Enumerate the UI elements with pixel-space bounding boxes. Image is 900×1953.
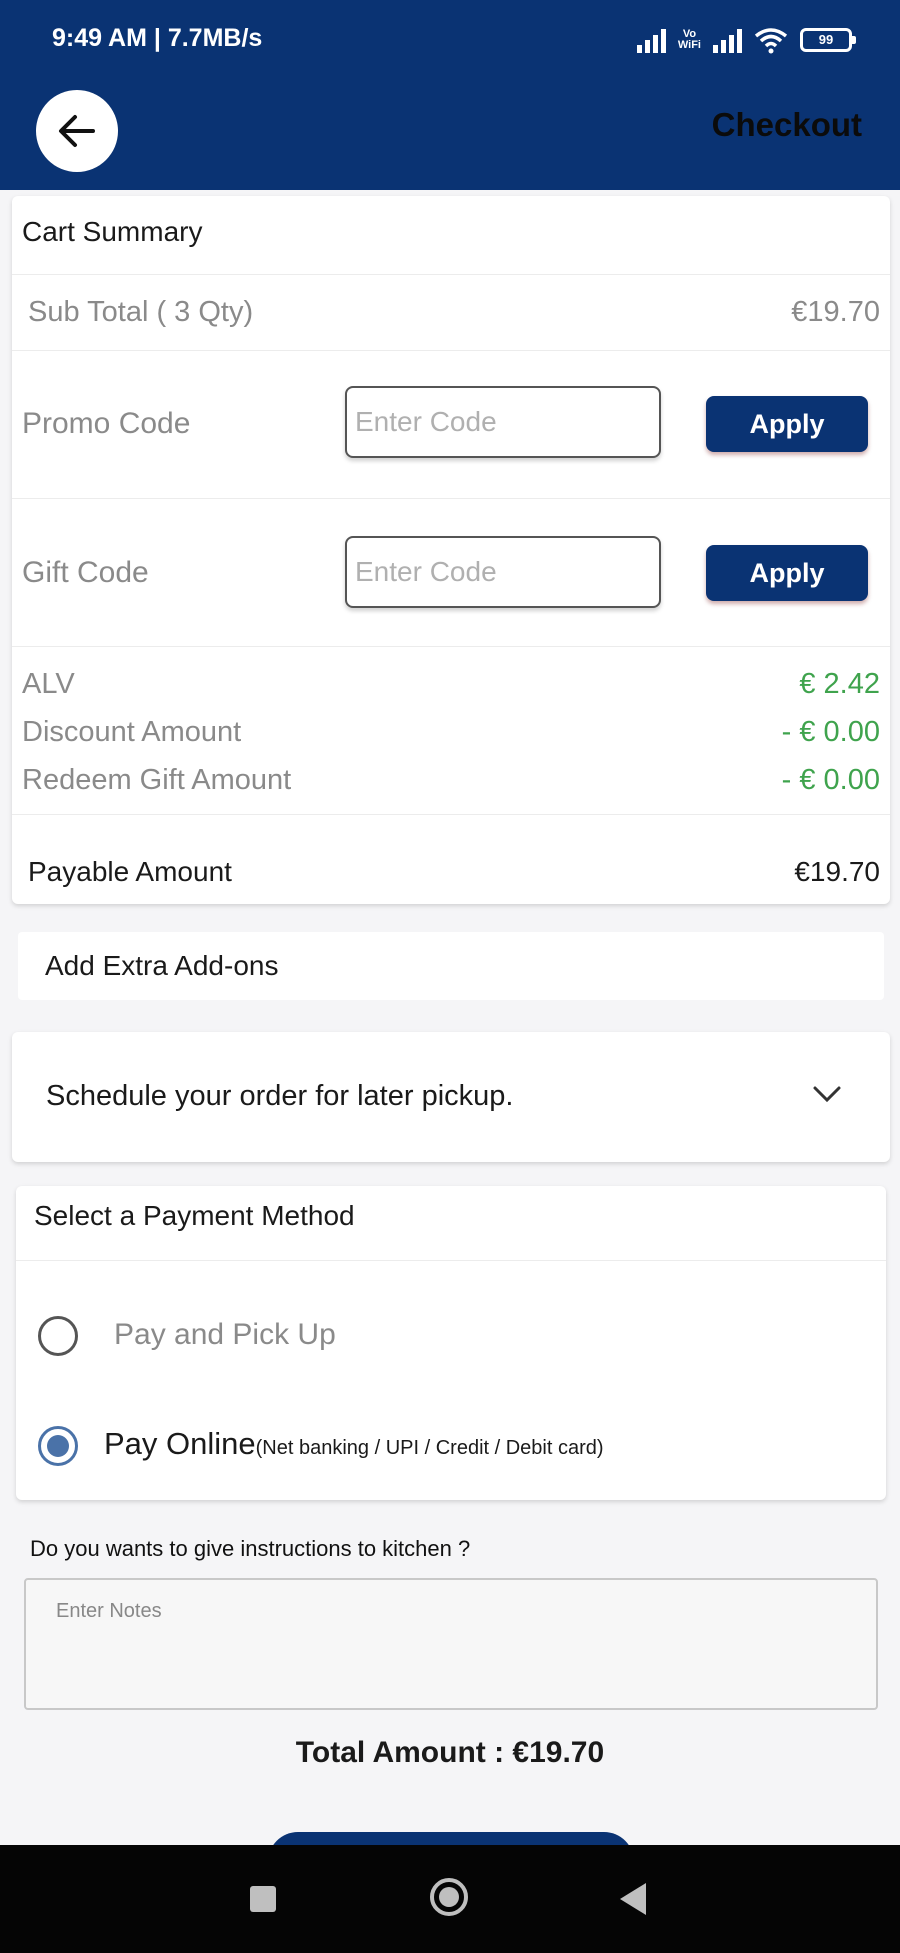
status-icons: Vo WiFi 99	[636, 22, 856, 58]
chevron-down-icon	[813, 1086, 841, 1103]
pay-online-label[interactable]: Pay Online(Net banking / UPI / Credit / …	[104, 1426, 604, 1462]
schedule-label: Schedule your order for later pickup.	[46, 1080, 514, 1112]
nav-back-icon[interactable]	[620, 1883, 646, 1915]
recents-icon[interactable]	[250, 1886, 276, 1912]
gift-code-input[interactable]	[345, 536, 661, 608]
promo-code-label: Promo Code	[22, 407, 191, 440]
schedule-pickup-dropdown[interactable]: Schedule your order for later pickup.	[12, 1032, 890, 1162]
home-icon[interactable]	[430, 1878, 468, 1916]
apply-gift-button[interactable]: Apply	[706, 545, 868, 601]
kitchen-notes-input[interactable]	[24, 1578, 878, 1710]
redeem-gift-value: - € 0.00	[781, 764, 880, 796]
gift-code-label: Gift Code	[22, 556, 149, 589]
promo-code-input[interactable]	[345, 386, 661, 458]
discount-value: - € 0.00	[781, 716, 880, 748]
pay-online-text: Pay Online	[104, 1426, 256, 1461]
battery-icon: 99	[800, 28, 856, 52]
wifi-icon	[754, 28, 788, 54]
divider	[12, 350, 890, 351]
instructions-question: Do you wants to give instructions to kit…	[30, 1536, 471, 1561]
signal-icon-2	[713, 27, 742, 53]
alv-label: ALV	[22, 668, 75, 700]
total-amount: Total Amount : €19.70	[295, 1736, 605, 1769]
page-title: Checkout	[711, 106, 862, 143]
volte-icon: Vo WiFi	[677, 28, 701, 51]
redeem-gift-label: Redeem Gift Amount	[22, 764, 292, 796]
divider	[12, 498, 890, 499]
status-time: 9:49 AM | 7.7MB/s	[52, 24, 263, 52]
signal-icon	[636, 27, 666, 53]
subtotal-value: €19.70	[791, 296, 880, 328]
divider	[12, 814, 890, 815]
cart-summary-title: Cart Summary	[22, 216, 203, 247]
back-button[interactable]	[36, 90, 118, 172]
discount-label: Discount Amount	[22, 716, 242, 748]
payable-amount-label: Payable Amount	[28, 856, 232, 887]
divider	[12, 274, 890, 275]
divider	[12, 646, 890, 647]
subtotal-label: Sub Total ( 3 Qty)	[28, 296, 254, 328]
payment-method-title: Select a Payment Method	[34, 1200, 355, 1231]
addons-label: Add Extra Add-ons	[45, 950, 279, 981]
add-extra-addons[interactable]: Add Extra Add-ons	[18, 932, 884, 1000]
status-bar: 9:49 AM | 7.7MB/s Vo WiFi 99	[0, 0, 900, 80]
pay-and-pickup-label[interactable]: Pay and Pick Up	[114, 1318, 336, 1352]
alv-value: € 2.42	[799, 668, 880, 700]
pay-and-pickup-radio[interactable]	[38, 1316, 78, 1356]
cart-summary-card: Cart Summary Sub Total ( 3 Qty) €19.70 P…	[12, 196, 890, 904]
apply-promo-button[interactable]: Apply	[706, 396, 868, 452]
divider	[16, 1260, 886, 1261]
app-header: 9:49 AM | 7.7MB/s Vo WiFi 99 Checkout	[0, 0, 900, 190]
pay-online-radio[interactable]	[38, 1426, 78, 1466]
pay-online-note: (Net banking / UPI / Credit / Debit card…	[255, 1437, 604, 1459]
arrow-left-icon	[59, 115, 95, 147]
payable-amount-value: €19.70	[794, 856, 880, 887]
payment-method-card: Select a Payment Method Pay and Pick Up …	[16, 1186, 886, 1500]
